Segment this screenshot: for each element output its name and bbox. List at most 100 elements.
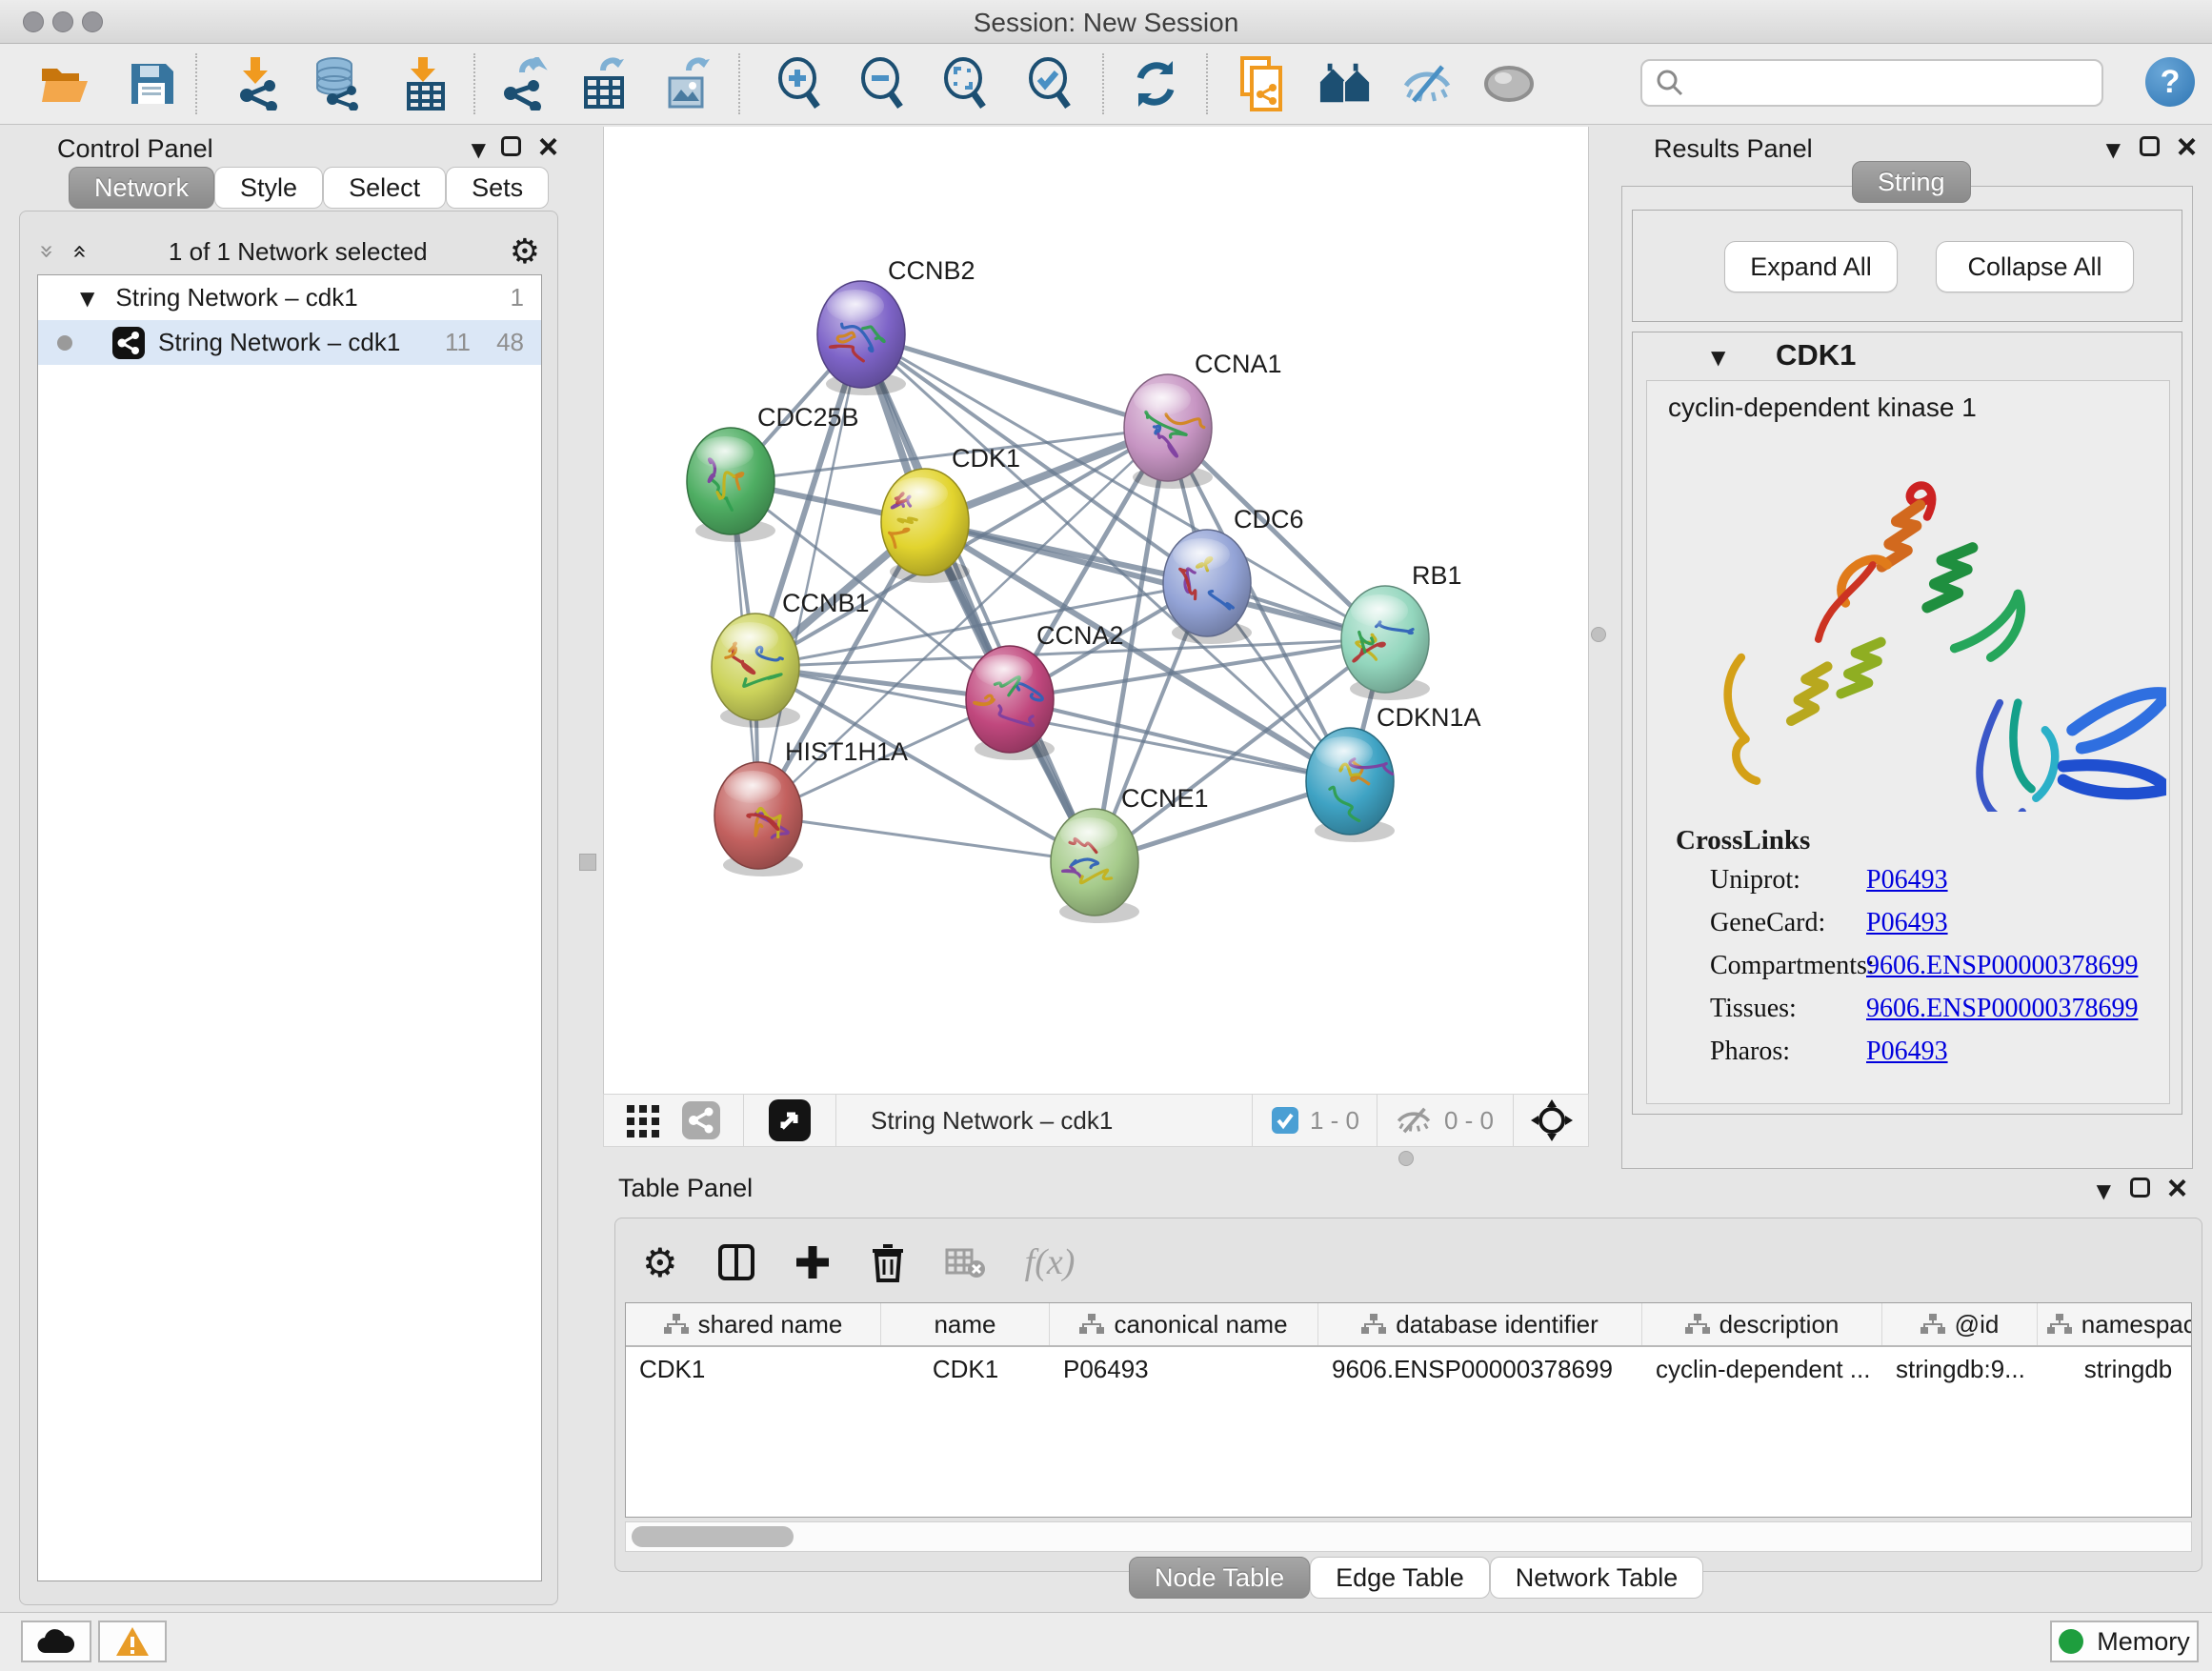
help-icon[interactable]: ? — [2145, 57, 2195, 107]
float-panel-icon[interactable] — [2140, 136, 2160, 156]
crosslink-label: GeneCard: — [1710, 908, 1825, 938]
node-table-content: ⚙ f(x) shared name name canonical name d… — [614, 1218, 2202, 1572]
node-count: 11 — [445, 328, 471, 357]
tab-sets[interactable]: Sets — [446, 167, 549, 209]
table-options-gear-icon[interactable]: ⚙ — [642, 1239, 678, 1286]
export-network-icon[interactable] — [496, 57, 550, 111]
hidden-eye-icon[interactable] — [1395, 1106, 1433, 1135]
table-row[interactable]: CDK1 CDK1 P06493 9606.ENSP00000378699 cy… — [626, 1347, 2191, 1391]
column-header: name — [881, 1303, 1050, 1345]
tab-string[interactable]: String — [1852, 161, 1971, 203]
zoom-fit-icon[interactable] — [939, 57, 993, 111]
close-panel-icon[interactable]: × — [2167, 1178, 2187, 1198]
string-network-graph[interactable]: CCNB2CCNA1CDC25BCDK1CDC6RB1CCNB1CCNA2CDK… — [604, 127, 1588, 1092]
crosslink-label: Uniprot: — [1710, 865, 1800, 896]
panel-menu-icon[interactable]: ▼ — [472, 138, 486, 161]
import-table-file-icon[interactable] — [398, 57, 452, 111]
close-panel-icon[interactable]: × — [538, 137, 558, 156]
zoom-out-icon[interactable] — [856, 57, 910, 111]
hide-selected-icon[interactable] — [1400, 57, 1454, 111]
delete-column-trash-icon[interactable] — [871, 1242, 905, 1282]
tab-network[interactable]: Network — [69, 167, 214, 209]
column-type-icon — [1920, 1314, 1945, 1335]
create-column-plus-icon[interactable] — [794, 1244, 831, 1280]
right-splitter-handle[interactable] — [1591, 627, 1606, 642]
column-header: description — [1642, 1303, 1882, 1345]
panel-menu-icon[interactable]: ▼ — [2097, 1179, 2111, 1202]
import-network-file-icon[interactable] — [231, 57, 284, 111]
collapse-all-button[interactable]: Collapse All — [1936, 241, 2134, 292]
save-session-icon[interactable] — [125, 57, 178, 111]
scrollbar-thumb[interactable] — [632, 1526, 794, 1547]
network-options-gear-icon[interactable]: ⚙ — [510, 232, 540, 272]
cloud-status-button[interactable] — [21, 1621, 91, 1662]
tab-edge-table[interactable]: Edge Table — [1310, 1557, 1490, 1599]
results-panel-title: Results Panel — [1654, 134, 1813, 164]
network-node-cdc25b[interactable]: CDC25B — [687, 403, 859, 542]
tab-node-table[interactable]: Node Table — [1129, 1557, 1310, 1599]
close-panel-icon[interactable]: × — [2177, 137, 2197, 156]
node-label: CDC25B — [757, 403, 859, 432]
node-table[interactable]: shared name name canonical name database… — [625, 1302, 2192, 1518]
crosslink-value-link[interactable]: P06493 — [1866, 865, 1948, 896]
horizontal-scrollbar[interactable] — [625, 1521, 2192, 1552]
network-node-hist1h1a[interactable]: HIST1H1A — [714, 737, 908, 876]
network-node-ccna2[interactable]: CCNA2 — [966, 621, 1124, 760]
network-overview-icon[interactable] — [1318, 57, 1372, 111]
zoom-selected-icon[interactable] — [1024, 57, 1077, 111]
zoom-in-icon[interactable] — [774, 57, 827, 111]
column-type-icon — [664, 1314, 689, 1335]
float-panel-icon[interactable] — [2130, 1178, 2150, 1198]
tab-style[interactable]: Style — [214, 167, 323, 209]
export-table-icon[interactable] — [578, 57, 632, 111]
warnings-button[interactable] — [98, 1621, 167, 1662]
float-panel-icon[interactable] — [501, 136, 521, 156]
grid-view-icon[interactable] — [627, 1103, 661, 1137]
network-node-cdkn1a[interactable]: CDKN1A — [1306, 703, 1481, 842]
crosslink-value-link[interactable]: 9606.ENSP00000378699 — [1866, 994, 2138, 1024]
export-image-icon[interactable] — [663, 57, 716, 111]
memory-button[interactable]: Memory — [2050, 1621, 2199, 1662]
fit-selection-crosshair-icon[interactable] — [1531, 1099, 1573, 1141]
crosslink-value-link[interactable]: P06493 — [1866, 1037, 1948, 1067]
node-label: CDK1 — [952, 444, 1020, 473]
expand-all-button[interactable]: Expand All — [1724, 241, 1898, 292]
network-tree-child-row[interactable]: String Network – cdk1 11 48 — [38, 320, 541, 365]
show-hidden-icon[interactable] — [1482, 57, 1536, 111]
network-collection-label: String Network – cdk1 — [115, 283, 357, 312]
search-input[interactable] — [1694, 69, 2094, 98]
network-node-ccnb2[interactable]: CCNB2 — [817, 256, 975, 395]
section-collapse-icon[interactable]: ▼ — [1711, 346, 1725, 369]
delete-table-icon[interactable] — [945, 1246, 985, 1278]
left-splitter-handle[interactable] — [579, 854, 596, 871]
copy-network-icon[interactable] — [1235, 57, 1288, 111]
function-builder-icon[interactable]: f(x) — [1025, 1241, 1076, 1283]
search-field[interactable] — [1640, 59, 2103, 107]
tree-collapse-icon[interactable]: ▼ — [80, 287, 94, 310]
network-node-ccne1[interactable]: CCNE1 — [1051, 784, 1209, 923]
show-columns-icon[interactable] — [718, 1244, 754, 1280]
selected-checkbox-icon[interactable] — [1272, 1107, 1298, 1134]
memory-status-dot-icon — [2059, 1629, 2083, 1654]
tab-select[interactable]: Select — [323, 167, 446, 209]
toolbar-separator — [195, 53, 197, 114]
network-node-rb1[interactable]: RB1 — [1341, 561, 1462, 700]
crosslink-label: Tissues: — [1710, 994, 1797, 1024]
network-node-ccna1[interactable]: CCNA1 — [1124, 350, 1282, 489]
collapse-all-networks-icon[interactable]: » — [32, 244, 61, 259]
tab-network-table[interactable]: Network Table — [1490, 1557, 1704, 1599]
network-node-cdc6[interactable]: CDC6 — [1163, 505, 1304, 644]
open-session-icon[interactable] — [38, 57, 91, 111]
refresh-view-icon[interactable] — [1129, 57, 1182, 111]
column-type-icon — [1079, 1314, 1104, 1335]
crosslink-value-link[interactable]: 9606.ENSP00000378699 — [1866, 951, 2138, 981]
crosslink-value-link[interactable]: P06493 — [1866, 908, 1948, 938]
network-list-view-icon[interactable] — [682, 1101, 720, 1139]
network-view-canvas[interactable]: CCNB2CCNA1CDC25BCDK1CDC6RB1CCNB1CCNA2CDK… — [603, 127, 1589, 1094]
node-label: CDC6 — [1234, 505, 1304, 534]
panel-menu-icon[interactable]: ▼ — [2106, 138, 2121, 161]
import-network-database-icon[interactable] — [311, 57, 364, 111]
expand-all-networks-icon[interactable]: » — [65, 244, 93, 259]
network-tree-root-row[interactable]: ▼ String Network – cdk1 1 — [38, 275, 541, 320]
birdseye-view-icon[interactable] — [769, 1099, 811, 1141]
